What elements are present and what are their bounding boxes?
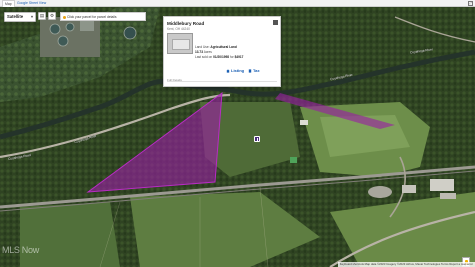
popup-address: Kent, OH 44240 [167,27,190,31]
full-details-link[interactable]: Full Details [167,78,182,82]
map-type-value: Satellite [7,14,24,19]
hint-text: Click your parcel for parcel details [67,15,117,19]
popup-title: Middlebury Road [167,21,205,26]
map-type-select[interactable]: Satellite ▾ [4,12,36,22]
map-attribution[interactable]: Keyboard shortcuts Map data ©2023 Imager… [337,262,475,267]
home-icon [226,68,230,73]
acres-row: 13.73 Acres [195,50,212,54]
chevron-down-icon: ▾ [30,14,33,19]
fullscreen-icon[interactable]: ⤢ [468,1,473,6]
last-sold-row: Last sold on 01/20/1998 for $4917 [195,55,244,59]
popup-divider [167,81,277,82]
listing-link[interactable]: Listing [226,68,244,73]
gear-icon[interactable]: ⚙ [48,12,56,20]
info-icon [63,16,66,19]
tab-bar: Map Google Street View ⤢ [0,0,475,7]
close-icon[interactable] [273,20,278,25]
layers-icon[interactable]: ▤ [38,12,46,20]
parcel-thumbnail[interactable] [167,33,193,54]
parcel-hint: Click your parcel for parcel details [60,12,146,21]
tax-link[interactable]: Tax [248,68,260,73]
land-use-row: Land Use: Agricultural Land [195,45,237,49]
mls-watermark: MLS Now [2,245,39,255]
tab-map[interactable]: Map [2,0,15,7]
tab-street-view[interactable]: Google Street View [15,0,48,7]
parcel-popup: Middlebury Road Kent, OH 44240 Land Use:… [163,16,281,87]
document-icon [248,68,252,73]
park-marker-icon[interactable] [254,136,260,142]
